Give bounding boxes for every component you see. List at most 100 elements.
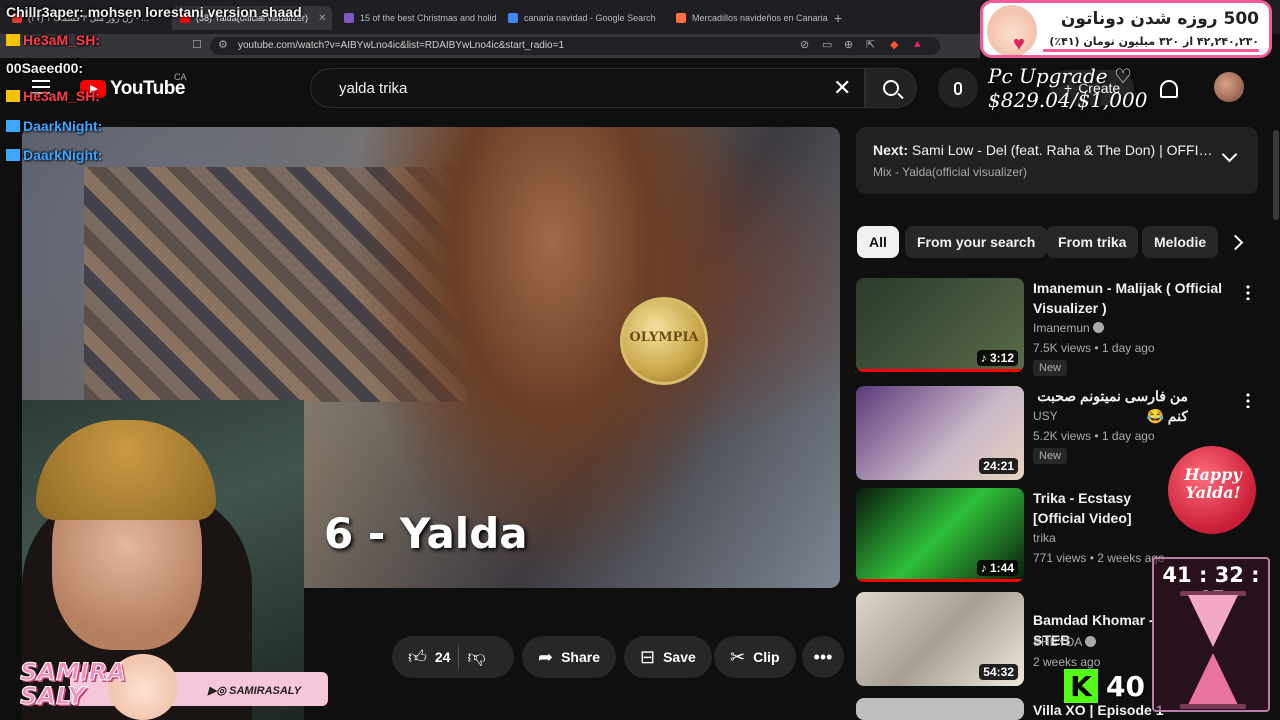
close-tab-icon[interactable]: ✕ — [318, 13, 326, 24]
chevron-right-icon[interactable] — [1220, 226, 1250, 258]
bookmark-icon[interactable]: ☐ — [192, 38, 202, 51]
more-horizontal-icon: ••• — [813, 646, 833, 667]
next-up-title: Next: Sami Low - Del (feat. Raha & The D… — [873, 142, 1213, 158]
site-info-icon[interactable]: ⚙ — [218, 38, 228, 51]
streamer-nameplate: ▶◎ SAMIRASALY SAMIRA SALY — [0, 650, 330, 720]
crown-icon — [6, 34, 20, 46]
chip-from-trika[interactable]: From trika — [1046, 226, 1139, 258]
donation-progress-bar — [1043, 49, 1259, 52]
search-input[interactable]: yalda trika ✕ — [310, 68, 865, 108]
heart-icon: ♥ — [1013, 33, 1025, 55]
donation-goal-widget: ♥ 500 روزه شدن دوناتون ۴۲,۲۴۰,۲۳۰ از ۳۲۰… — [980, 0, 1272, 58]
scissors-icon: ✂ — [730, 646, 746, 667]
voice-search-button[interactable] — [938, 68, 978, 108]
mic-icon — [954, 81, 962, 95]
video-meta: 5.2K views • 1 day ago — [1033, 429, 1155, 443]
clip-button[interactable]: ✂ Clip — [714, 636, 796, 678]
new-badge: New — [1033, 448, 1068, 464]
search-button[interactable] — [865, 68, 917, 108]
like-icon[interactable]: 👍︎ — [408, 646, 427, 668]
video-thumbnail[interactable]: 24:21 — [856, 386, 1024, 480]
chat-message: DaarkNight: — [6, 118, 102, 134]
verified-icon — [1092, 322, 1104, 333]
chip-all[interactable]: All — [857, 226, 899, 258]
share-icon: ➦ — [538, 646, 554, 667]
save-button[interactable]: ⊟ Save — [624, 636, 712, 678]
scrollbar-thumb[interactable] — [1273, 130, 1279, 220]
browser-tab[interactable]: canaria navidad - Google Search — [500, 6, 664, 30]
more-vertical-icon[interactable] — [1246, 284, 1250, 300]
eye-off-icon[interactable]: ⊘ — [800, 38, 809, 51]
video-duration: ♪ 1:44 — [976, 560, 1018, 576]
like-dislike-group: 👍︎ 24 👎︎ — [392, 636, 514, 678]
youtube-instagram-icon: ▶◎ — [208, 685, 230, 697]
share-page-icon[interactable]: ⇱ — [866, 38, 875, 51]
browser-tab[interactable]: 15 of the best Christmas and holiday — [336, 6, 496, 30]
more-vertical-icon[interactable] — [1246, 392, 1250, 408]
hourglass-icon — [1180, 591, 1246, 709]
next-up-panel[interactable]: Next: Sami Low - Del (feat. Raha & The D… — [856, 127, 1258, 194]
dislike-icon[interactable]: 👎︎ — [467, 646, 485, 668]
streamer-name: SAMIRA SALY — [20, 658, 127, 710]
verified-icon — [1085, 636, 1097, 647]
cartoon-avatar-icon — [987, 5, 1037, 55]
video-thumbnail[interactable]: 54:32 — [856, 592, 1024, 686]
chip-from-your-search[interactable]: From your search — [905, 226, 1048, 258]
chip-melodie[interactable]: Melodie — [1142, 226, 1218, 258]
watch-progress — [856, 579, 1024, 582]
country-code: CA — [174, 72, 187, 82]
chevron-down-icon[interactable] — [1221, 146, 1238, 163]
brave-shield-icon[interactable]: ◆ — [890, 38, 898, 51]
video-duration: 54:32 — [979, 664, 1018, 680]
google-favicon-icon — [508, 13, 518, 23]
share-button[interactable]: ➦ Share — [522, 636, 617, 678]
chat-message: Chillr3aper: mohsen lorestani version sh… — [6, 4, 302, 20]
chat-message: DaarkNight: — [6, 147, 102, 163]
video-meta: 7.5K views • 1 day ago — [1033, 341, 1155, 355]
list-item[interactable]: ♪ 3:12 Imanemun - Malijak ( Official Vis… — [856, 278, 1256, 376]
video-thumbnail[interactable]: ♪ 1:44 — [856, 488, 1024, 582]
channel-name[interactable]: USY — [1033, 409, 1058, 423]
channel-name[interactable]: Imanemun — [1033, 321, 1104, 335]
zoom-icon[interactable]: ⊕ — [844, 38, 853, 51]
channel-name[interactable]: trika — [1033, 531, 1056, 545]
search-query: yalda trika — [339, 80, 408, 97]
video-meta: 771 views • 2 weeks ago — [1033, 551, 1165, 565]
video-title[interactable]: Imanemun - Malijak ( Official Visualizer… — [1033, 278, 1233, 318]
watch-progress — [856, 369, 1024, 372]
kick-viewer-count: K 40 — [1064, 664, 1145, 708]
search-icon — [883, 80, 899, 96]
kick-logo-icon: K — [1064, 669, 1098, 703]
pc-upgrade-goal: Pc Upgrade ♡ $829.04/$1,000 — [988, 64, 1148, 112]
chat-message: 00Saeed00: — [6, 60, 84, 76]
webcam-beanie — [36, 420, 216, 520]
subathon-timer: 41 : 32 : 45 — [1152, 557, 1270, 712]
video-thumbnail[interactable] — [856, 698, 1024, 720]
clear-search-icon[interactable]: ✕ — [833, 75, 851, 101]
sword-icon — [6, 120, 20, 132]
divider — [458, 645, 460, 669]
sword-icon — [6, 149, 20, 161]
address-bar-row: ☐ youtube.com/watch?v=AIBYwLno4ic&list=R… — [0, 34, 980, 58]
screen: (۳۷) زن روز مثل ۳ قسمت ۱ - ... (38) Yald… — [0, 0, 1280, 720]
next-up-subtitle: Mix - Yalda(official visualizer) — [873, 165, 1028, 179]
tab-favicon-icon — [344, 13, 354, 23]
video-title[interactable]: Trika - Ecstasy [Official Video] — [1033, 488, 1163, 528]
donation-title: 500 روزه شدن دوناتون — [1060, 9, 1259, 29]
tab-favicon-icon — [676, 13, 686, 23]
bookmark-save-icon: ⊟ — [640, 646, 656, 667]
new-tab-button[interactable]: + — [834, 10, 842, 26]
gold-medal: OLYMPIA — [620, 297, 708, 385]
social-handle: ▶◎ SAMIRASALY — [208, 685, 302, 697]
brave-rewards-icon[interactable]: ▲ — [912, 38, 923, 50]
video-duration: ♪ 3:12 — [976, 350, 1018, 366]
video-thumbnail[interactable]: ♪ 3:12 — [856, 278, 1024, 372]
browser-tab[interactable]: Mercadillos navideños en Canarias 2( — [668, 6, 828, 30]
crown-icon — [6, 90, 20, 102]
new-badge: New — [1033, 360, 1068, 376]
cast-icon[interactable]: ▭ — [822, 38, 832, 51]
channel-name[interactable]: SHEYDA — [1033, 635, 1097, 649]
more-actions-button[interactable]: ••• — [802, 636, 844, 678]
donation-progress-text: ۴۲,۲۴۰,۲۳۰ از ۳۲۰ میلیون تومان (۴۱٪) — [1049, 35, 1259, 48]
like-count[interactable]: 24 — [435, 649, 451, 665]
